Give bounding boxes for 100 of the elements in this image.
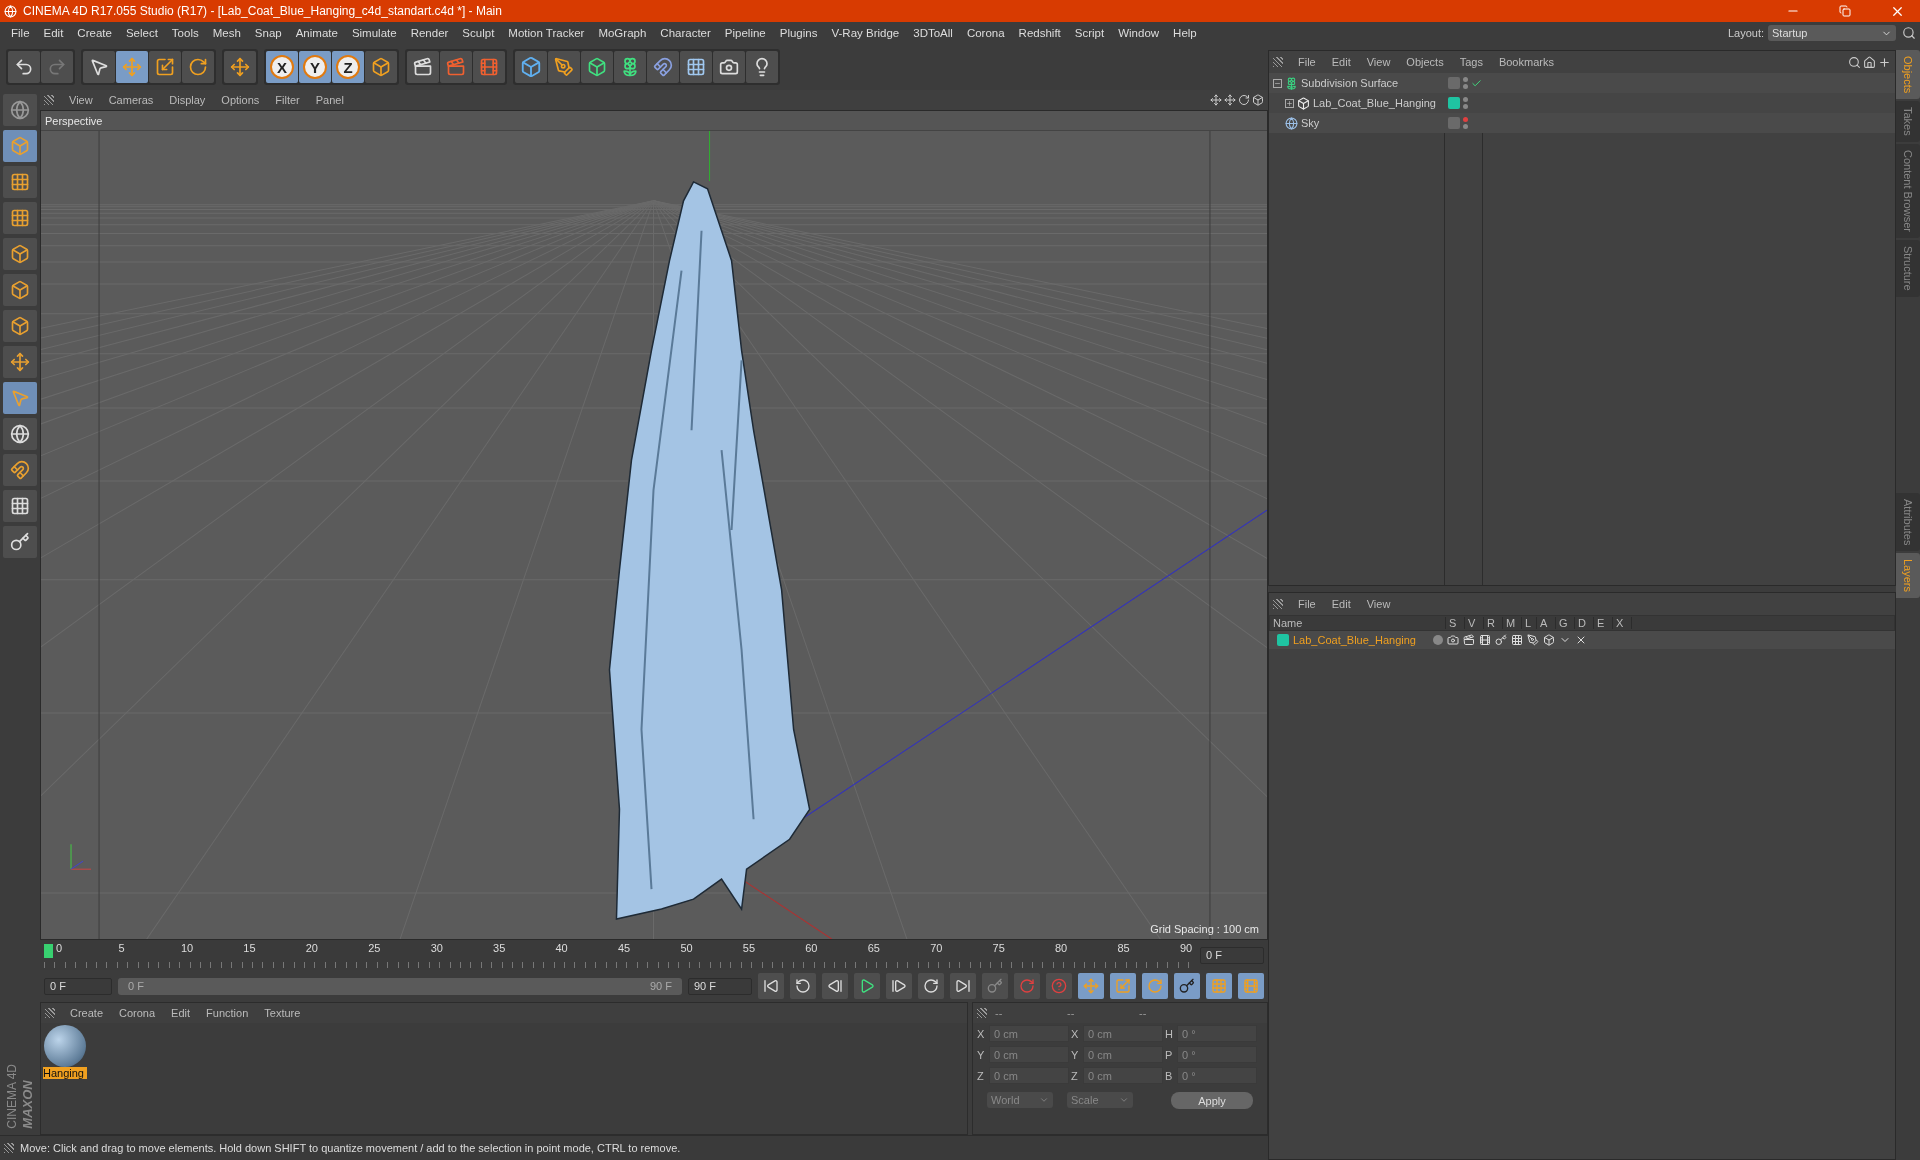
next-key-button[interactable] [918, 973, 944, 999]
side-tab[interactable]: Attributes [1896, 492, 1920, 551]
check-icon[interactable] [1471, 77, 1482, 89]
start-frame-field[interactable]: 0 F [44, 977, 112, 995]
menu-item[interactable]: Script [1067, 27, 1112, 39]
camera-icon[interactable] [1447, 634, 1459, 646]
keyframe-help-button[interactable] [1046, 973, 1072, 999]
material-preview[interactable] [44, 1025, 86, 1067]
menu-item[interactable]: V-Ray Bridge [824, 27, 907, 39]
menu-item[interactable]: View [62, 94, 100, 106]
menu-item[interactable]: Plugins [772, 27, 825, 39]
mode-button[interactable] [3, 238, 37, 270]
menu-item[interactable]: File [4, 27, 37, 39]
layer-swatch[interactable] [1277, 634, 1289, 646]
apply-button[interactable]: Apply [1171, 1092, 1253, 1109]
side-tab[interactable]: Layers [1896, 552, 1920, 598]
next-frame-button[interactable] [886, 973, 912, 999]
key-icon[interactable] [1495, 634, 1507, 646]
menu-item[interactable]: Create [70, 27, 119, 39]
column-header[interactable]: X [1613, 617, 1632, 629]
axis-lock-button[interactable]: Y [299, 51, 331, 83]
menu-item[interactable]: Cameras [101, 94, 161, 106]
maximize-icon[interactable] [1252, 94, 1264, 106]
coordinate-system-button[interactable] [365, 51, 397, 83]
magnet-button[interactable] [3, 454, 37, 486]
layout-dropdown[interactable]: Startup [1768, 25, 1896, 41]
layer-swatch[interactable] [1448, 97, 1460, 109]
subdivision-button[interactable] [581, 51, 613, 83]
menu-item[interactable]: 3DToAll [906, 27, 960, 39]
cross-icon[interactable] [1575, 634, 1587, 646]
menu-item[interactable]: Display [162, 94, 213, 106]
cube-icon[interactable] [1543, 634, 1555, 646]
timeline-ruler[interactable]: 0 5 10 15 20 25 30 35 40 45 50 55 60 65 70 75 80 85 90 [44, 942, 1194, 968]
dolly-icon[interactable] [1224, 94, 1236, 106]
material-name[interactable]: Hanging [43, 1067, 87, 1079]
deformer-button[interactable] [647, 51, 679, 83]
menu-item[interactable]: Mesh [205, 27, 248, 39]
menu-item[interactable]: File [1291, 598, 1323, 610]
object-row[interactable]: Subdivision Surface [1269, 73, 1444, 93]
column-header[interactable]: E [1594, 617, 1613, 629]
camera-button[interactable] [713, 51, 745, 83]
select-tool-button[interactable] [83, 51, 115, 83]
go-to-start-button[interactable] [758, 973, 784, 999]
menu-item[interactable]: Sculpt [455, 27, 502, 39]
column-header[interactable]: R [1484, 617, 1503, 629]
menu-item[interactable]: Help [1166, 27, 1204, 39]
plus-icon[interactable] [1878, 55, 1891, 69]
column-header[interactable]: A [1537, 617, 1556, 629]
menu-item[interactable]: Render [403, 27, 456, 39]
menu-item[interactable]: Edit [1324, 56, 1358, 68]
column-header[interactable]: Name [1270, 617, 1446, 629]
axis-lock-button[interactable]: X [266, 51, 298, 83]
column-header[interactable]: D [1575, 617, 1594, 629]
search-icon[interactable] [1848, 55, 1861, 69]
transform-tool-button[interactable] [224, 51, 256, 83]
render-settings-button[interactable] [473, 51, 505, 83]
previous-key-button[interactable] [790, 973, 816, 999]
side-tab[interactable]: Objects [1896, 50, 1920, 100]
menu-item[interactable]: Pipeline [717, 27, 773, 39]
previous-frame-button[interactable] [822, 973, 848, 999]
viewport[interactable]: Perspective Grid Spacing : 100 cm [40, 110, 1268, 940]
column-header[interactable]: M [1503, 617, 1522, 629]
menu-item[interactable]: Select [118, 27, 165, 39]
search-icon[interactable] [1902, 26, 1916, 40]
mode-button[interactable] [3, 166, 37, 198]
mode-button[interactable] [3, 202, 37, 234]
editor-visibility-dot[interactable] [1463, 97, 1468, 102]
column-header[interactable]: V [1465, 617, 1484, 629]
menu-item[interactable]: Options [214, 94, 267, 106]
menu-item[interactable]: Corona [959, 27, 1012, 39]
mode-button[interactable] [3, 274, 37, 306]
render-visibility-dot[interactable] [1463, 104, 1468, 109]
menu-item[interactable]: Filter [268, 94, 307, 106]
editor-visibility-dot[interactable] [1463, 117, 1468, 122]
collapse-icon[interactable] [1273, 78, 1282, 88]
layer-swatch[interactable] [1448, 117, 1460, 129]
pen-button[interactable] [548, 51, 580, 83]
solo-dot[interactable] [1433, 635, 1443, 645]
menu-item[interactable]: Edit [164, 1007, 198, 1019]
grid-icon[interactable] [1511, 634, 1523, 646]
flower-button[interactable] [614, 51, 646, 83]
clapperboard-icon[interactable] [1463, 634, 1475, 646]
menu-item[interactable]: View [1359, 598, 1398, 610]
menu-item[interactable]: Redshift [1011, 27, 1068, 39]
column-header[interactable]: L [1522, 617, 1537, 629]
pan-icon[interactable] [1210, 94, 1222, 106]
menu-item[interactable]: File [1291, 56, 1323, 68]
menu-item[interactable]: Animate [288, 27, 345, 39]
scale-tool-button[interactable] [149, 51, 181, 83]
side-tab[interactable]: Content Browser [1896, 144, 1920, 238]
editor-visibility-dot[interactable] [1463, 77, 1468, 82]
column-header[interactable]: G [1556, 617, 1575, 629]
menu-item[interactable]: View [1359, 56, 1398, 68]
orbit-icon[interactable] [1238, 94, 1250, 106]
menu-item[interactable]: Bookmarks [1491, 56, 1561, 68]
render-view-button[interactable] [407, 51, 439, 83]
film-icon[interactable] [1479, 634, 1491, 646]
menu-item[interactable]: Objects [1399, 56, 1451, 68]
menu-item[interactable]: Snap [247, 27, 289, 39]
lock-grid-button[interactable] [3, 490, 37, 522]
